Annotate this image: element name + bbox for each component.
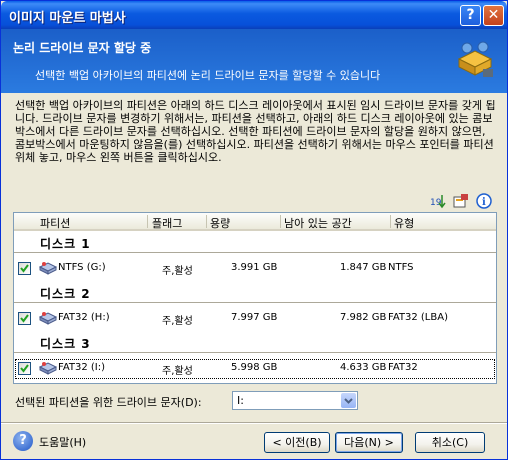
partition-free: 4.633 GB [340,362,387,373]
wizard-header: 논리 드라이브 문자 할당 중 선택한 백업 아카이브의 파티션에 논리 드라이… [1,29,507,93]
col-free-space[interactable]: 남아 있는 공간 [284,215,352,231]
help-title-button[interactable]: ? [460,5,481,26]
disk-label: 디스크 3 [40,337,91,351]
cancel-button[interactable]: 취소(C) [415,432,485,453]
drive-letter-value: I: [237,394,244,407]
info-icon[interactable]: i [475,193,493,209]
partition-type: FAT32 [388,362,418,373]
window-title: 이미지 마운트 마법사 [9,11,126,26]
header-subtitle: 선택한 백업 아카이브의 파티션에 논리 드라이브 문자를 할당할 수 있습니다 [35,69,381,82]
disk-divider [14,302,496,303]
sort-icon[interactable]: 19 [429,193,447,209]
drive-letter-select[interactable]: I: [232,391,358,410]
network-drive-icon [457,41,493,77]
partition-capacity: 5.998 GB [231,362,278,373]
footer-divider [1,422,507,424]
partition-row[interactable]: FAT32 (H:) 주,활성 7.997 GB 7.982 GB FAT32 … [14,308,496,330]
svg-text:i: i [482,197,486,208]
disk-label: 디스크 1 [40,237,91,251]
next-button[interactable]: 다음(N) > [335,432,403,453]
description-text: 선택한 백업 아카이브의 파티션은 아래의 하드 디스크 레이아웃에서 표시된 … [15,99,496,164]
partition-type: FAT32 (LBA) [388,312,448,323]
drive-letter-label: 선택된 파티션을 위한 드라이브 문자(D): [15,396,202,409]
partition-flags: 주,활성 [162,366,193,377]
properties-icon[interactable] [452,193,470,209]
disk-divider [14,252,496,253]
col-partition[interactable]: 파티션 [40,215,70,231]
partition-name: FAT32 (I:) [58,362,106,373]
partition-checkbox[interactable] [18,312,31,325]
partition-icon [38,362,58,375]
partition-type: NTFS [388,262,414,273]
svg-text:19: 19 [430,198,442,208]
disk-divider [14,352,496,353]
col-flags[interactable]: 플래그 [152,215,182,231]
partition-name: NTFS (G:) [58,262,106,273]
partition-free: 7.982 GB [340,312,387,323]
partition-flags: 주,활성 [162,266,193,277]
help-icon: ? [13,431,33,451]
disk-label: 디스크 2 [40,287,91,301]
partition-checkbox[interactable] [18,362,31,375]
back-button[interactable]: < 이전(B) [264,432,330,453]
partition-icon [38,262,58,275]
partition-capacity: 3.991 GB [231,262,278,273]
help-button-label: 도움말(H) [39,436,87,449]
partition-flags: 주,활성 [162,316,193,327]
list-header: 파티션 플래그 용량 남아 있는 공간 유형 [14,213,496,231]
mount-wizard-window: 이미지 마운트 마법사 ? ✕ 논리 드라이브 문자 할당 중 선택한 백업 아… [0,0,508,460]
partition-checkbox[interactable] [18,262,31,275]
partition-icon [38,312,58,325]
col-type[interactable]: 유형 [394,215,414,231]
help-button[interactable]: ? 도움말(H) [13,431,103,453]
col-capacity[interactable]: 용량 [210,215,230,231]
partition-capacity: 7.997 GB [231,312,278,323]
partition-name: FAT32 (H:) [58,312,110,323]
partition-row[interactable]: NTFS (G:) 주,활성 3.991 GB 1.847 GB NTFS [14,258,496,280]
chevron-down-icon[interactable] [341,393,356,408]
header-title: 논리 드라이브 문자 할당 중 [13,41,152,55]
partition-list[interactable]: 파티션 플래그 용량 남아 있는 공간 유형 디스크 1 NTFS (G:) 주… [13,212,497,384]
partition-free: 1.847 GB [340,262,387,273]
title-bar[interactable]: 이미지 마운트 마법사 ? ✕ [1,1,507,29]
close-button[interactable]: ✕ [483,5,504,26]
partition-row-selected[interactable]: FAT32 (I:) 주,활성 5.998 GB 4.633 GB FAT32 [14,358,496,380]
